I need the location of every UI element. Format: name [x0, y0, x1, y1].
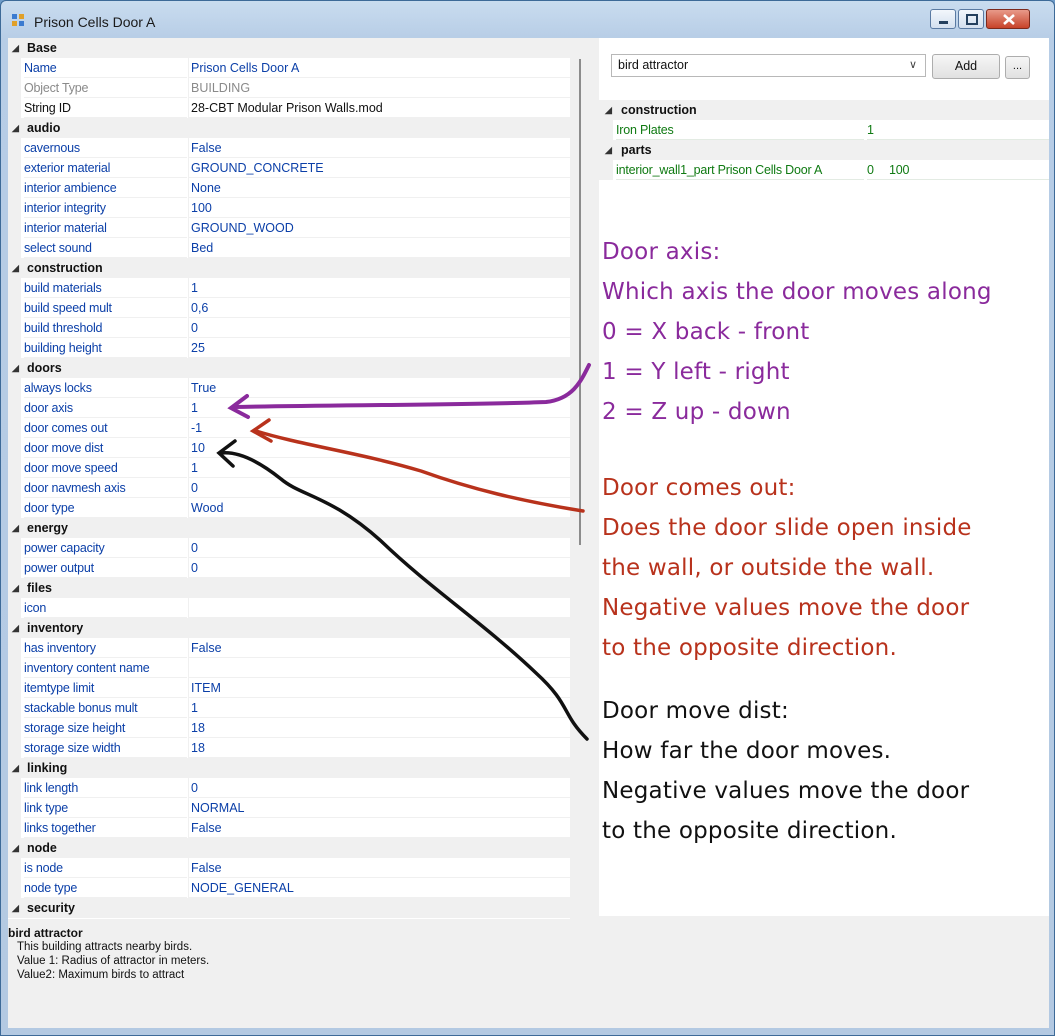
- app-window: Prison Cells Door A ◢ Base Name Prison Cell…: [0, 0, 1055, 1036]
- purple-arrow-icon: [227, 363, 591, 419]
- black-arrow-icon: [216, 439, 589, 741]
- red-arrow-icon: [249, 418, 585, 513]
- annotation-arrows: [216, 363, 591, 741]
